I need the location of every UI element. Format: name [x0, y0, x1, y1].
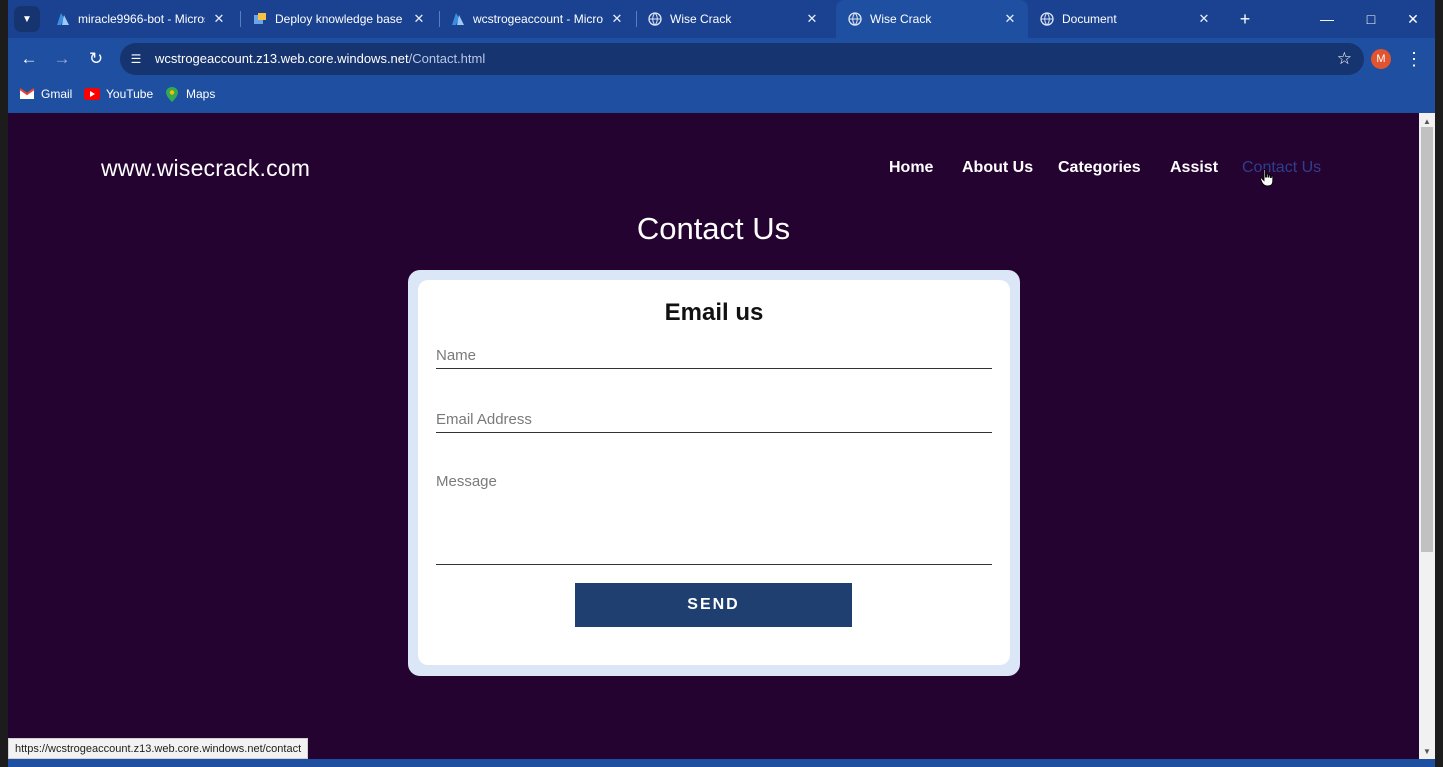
name-placeholder: Name [436, 347, 477, 364]
nav-about-us[interactable]: About Us [962, 159, 1033, 177]
nav-assist[interactable]: Assist [1170, 159, 1218, 177]
nav-contact-us[interactable]: Contact Us [1242, 159, 1321, 177]
address-bar[interactable]: ☰ wcstrogeaccount.z13.web.core.windows.n… [120, 43, 1364, 75]
bookmark-label: Maps [186, 87, 216, 101]
status-bar-url: https://wcstrogeaccount.z13.web.core.win… [8, 738, 309, 759]
form-title: Email us [664, 299, 764, 326]
contact-card-frame: Email us Name Email Address Message SEND [408, 270, 1020, 676]
email-field[interactable]: Email Address [436, 411, 992, 433]
nav-categories[interactable]: Categories [1058, 159, 1141, 177]
close-icon[interactable]: ✕ [211, 11, 227, 27]
tab-search-button[interactable]: ▼ [14, 6, 40, 32]
reload-icon: ↻ [88, 49, 104, 68]
close-icon[interactable]: ✕ [411, 11, 427, 27]
maps-icon [164, 86, 180, 102]
tab-title: wcstrogeaccount - Micros [473, 12, 603, 26]
youtube-icon [84, 87, 100, 101]
browser-window: ▼ miracle9966-bot - Microso ✕ Deploy kno… [8, 0, 1435, 767]
maximize-icon: □ [1366, 11, 1376, 27]
page-viewport: www.wisecrack.com Home About Us Categori… [8, 113, 1419, 759]
tab-1[interactable]: miracle9966-bot - Microso ✕ [44, 0, 237, 38]
plus-icon: + [1239, 8, 1251, 29]
hand-cursor-icon [1260, 169, 1274, 187]
browser-menu-icon[interactable]: ⋮ [1404, 47, 1424, 71]
close-icon[interactable]: ✕ [1002, 11, 1018, 27]
bookmark-label: Gmail [41, 87, 73, 101]
tab-title: Wise Crack [670, 12, 732, 26]
tab-5-active[interactable]: Wise Crack ✕ [836, 0, 1028, 38]
page-scrollbar[interactable]: ▲ ▼ [1419, 113, 1435, 759]
globe-icon [1040, 12, 1054, 26]
azure-icon [451, 12, 465, 26]
message-placeholder: Message [436, 473, 497, 490]
new-tab-button[interactable]: + [1234, 8, 1256, 30]
minimize-icon: — [1320, 11, 1334, 27]
bookmarks-bar: Gmail YouTube Maps [8, 80, 1435, 113]
scroll-thumb[interactable] [1421, 127, 1433, 552]
tab-3[interactable]: wcstrogeaccount - Micros ✕ [439, 0, 635, 38]
chevron-down-icon: ▼ [22, 13, 32, 25]
globe-icon [648, 12, 662, 26]
send-button[interactable]: SEND [575, 583, 852, 627]
close-icon[interactable]: ✕ [804, 11, 820, 27]
close-icon: ✕ [1407, 10, 1419, 27]
url-path: /Contact.html [408, 51, 486, 66]
tab-title: Document [1062, 12, 1117, 26]
tab-title: miracle9966-bot - Microso [78, 12, 205, 26]
globe-icon [848, 12, 862, 26]
bookmark-youtube[interactable]: YouTube [84, 87, 153, 101]
forward-arrow-icon: → [53, 49, 71, 68]
message-field[interactable]: Message [436, 473, 992, 565]
bookmark-star-icon[interactable]: ☆ [1337, 49, 1352, 69]
url-host: wcstrogeaccount.z13.web.core.windows.net [155, 51, 409, 66]
close-icon[interactable]: ✕ [609, 11, 625, 27]
azure-icon [56, 12, 70, 26]
bookmark-label: YouTube [106, 87, 154, 101]
bookmark-gmail[interactable]: Gmail [19, 87, 72, 101]
email-placeholder: Email Address [436, 411, 532, 428]
tab-title: Deploy knowledge base [275, 12, 403, 26]
url-text: wcstrogeaccount.z13.web.core.windows.net… [155, 51, 485, 66]
tab-4[interactable]: Wise Crack ✕ [636, 0, 830, 38]
tab-strip: ▼ miracle9966-bot - Microso ✕ Deploy kno… [8, 0, 1435, 38]
back-arrow-icon: ← [20, 49, 38, 68]
name-field[interactable]: Name [436, 347, 992, 369]
page-title: Contact Us [636, 211, 791, 246]
browser-toolbar: ← → ↻ ☰ wcstrogeaccount.z13.web.core.win… [8, 38, 1435, 80]
site-logo[interactable]: www.wisecrack.com [101, 155, 310, 182]
scroll-down-arrow-icon[interactable]: ▼ [1419, 745, 1435, 757]
scroll-up-arrow-icon[interactable]: ▲ [1419, 115, 1435, 127]
forward-button[interactable]: → [49, 46, 75, 72]
nav-home[interactable]: Home [889, 159, 933, 177]
deploy-icon [253, 12, 267, 26]
tab-6[interactable]: Document ✕ [1028, 0, 1222, 38]
reload-button[interactable]: ↻ [83, 46, 109, 72]
close-window-button[interactable]: ✕ [1391, 0, 1435, 38]
contact-form: Email us Name Email Address Message SEND [418, 280, 1010, 665]
gmail-icon [19, 87, 35, 101]
bookmark-maps[interactable]: Maps [164, 86, 216, 102]
tab-title: Wise Crack [870, 12, 932, 26]
minimize-button[interactable]: — [1305, 0, 1349, 38]
site-settings-icon[interactable]: ☰ [128, 51, 144, 67]
back-button[interactable]: ← [16, 46, 42, 72]
maximize-button[interactable]: □ [1349, 0, 1393, 38]
tab-2[interactable]: Deploy knowledge base ✕ [241, 0, 437, 38]
close-icon[interactable]: ✕ [1196, 11, 1212, 27]
profile-avatar[interactable]: M [1371, 49, 1391, 69]
